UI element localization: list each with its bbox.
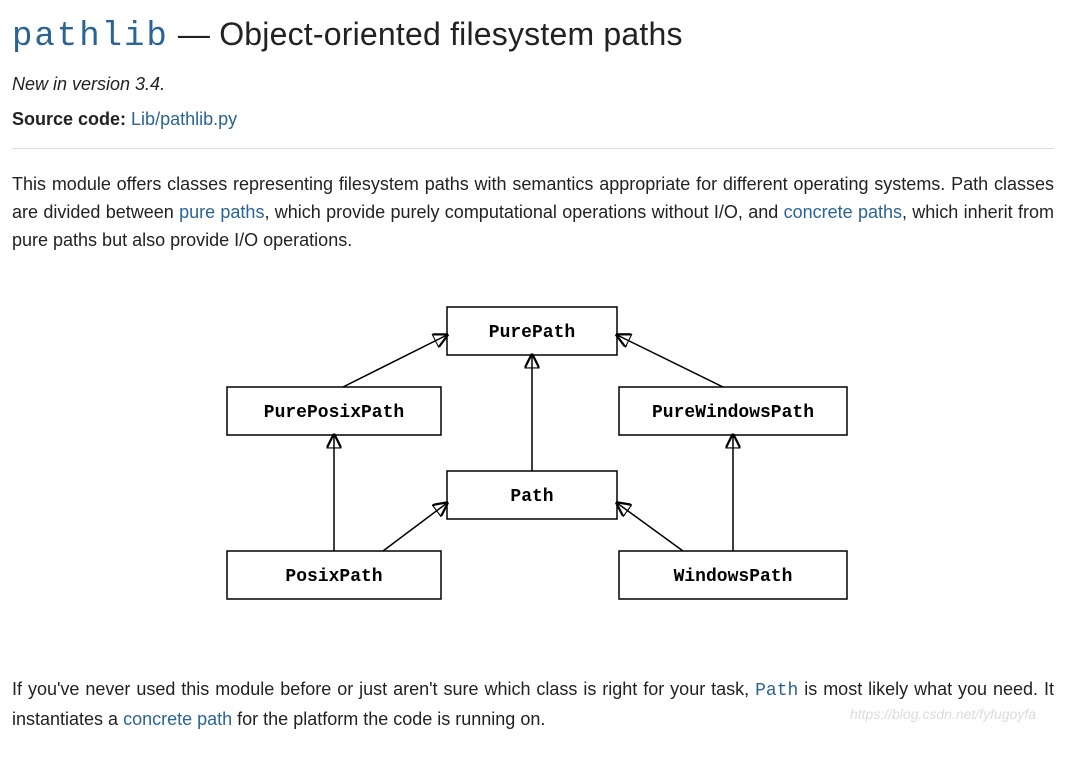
module-name: pathlib [12, 18, 169, 56]
page-title: pathlib — Object-oriented filesystem pat… [12, 16, 1054, 56]
arrow-windows-to-path [617, 503, 683, 551]
concrete-path-link[interactable]: concrete path [123, 709, 232, 729]
purewindowspath-label: PureWindowsPath [652, 403, 814, 423]
concrete-paths-link[interactable]: concrete paths [784, 202, 902, 222]
path-inline-code: Path [755, 681, 798, 701]
divider [12, 148, 1054, 149]
pure-paths-link[interactable]: pure paths [179, 202, 264, 222]
posixpath-label: PosixPath [285, 567, 382, 587]
arrow-pureposix-to-purepath [343, 335, 447, 387]
watermark: https://blog.csdn.net/fyfugoyfa [850, 704, 1036, 726]
path-label: Path [510, 487, 553, 507]
arrow-posix-to-path [383, 503, 447, 551]
windowspath-label: WindowsPath [674, 567, 793, 587]
usage-text-3: for the platform the code is running on. [232, 709, 545, 729]
version-note: New in version 3.4. [12, 74, 1054, 95]
intro-paragraph: This module offers classes representing … [12, 171, 1054, 255]
source-label: Source code: [12, 109, 126, 129]
usage-paragraph: If you've never used this module before … [12, 676, 1054, 734]
class-hierarchy-diagram: PurePath PurePosixPath PureWindowsPath P… [213, 303, 853, 623]
pureposixpath-label: PurePosixPath [264, 403, 404, 423]
intro-text-2: , which provide purely computational ope… [264, 202, 783, 222]
purepath-label: PurePath [489, 323, 575, 343]
source-link[interactable]: Lib/pathlib.py [131, 109, 237, 129]
arrow-purewindows-to-purepath [617, 335, 723, 387]
title-rest: — Object-oriented filesystem paths [169, 16, 683, 52]
source-code-line: Source code: Lib/pathlib.py [12, 109, 1054, 130]
usage-text-1: If you've never used this module before … [12, 679, 755, 699]
